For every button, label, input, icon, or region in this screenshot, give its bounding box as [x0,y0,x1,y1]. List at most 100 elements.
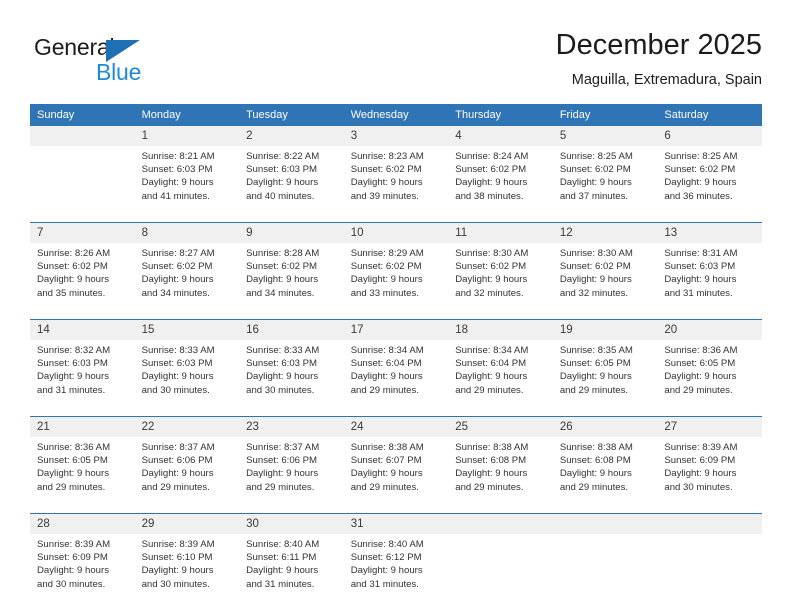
day-daylight1-text: Daylight: 9 hours [37,274,109,286]
day-cell-details[interactable]: Sunrise: 8:27 AM Sunset: 6:02 PM Daylight:… [134,243,240,320]
day-daylight2-text: and 29 minutes. [350,384,419,396]
day-cell-details[interactable]: Sunrise: 8:26 AM Sunset: 6:02 PM Daylight:… [30,243,135,320]
day-number[interactable]: 9 [239,222,344,243]
logo-text-general: General [34,34,115,60]
day-cell-details[interactable]: Sunrise: 8:25 AM Sunset: 6:02 PM Daylight:… [657,146,762,223]
day-cell-details[interactable]: Sunrise: 8:32 AM Sunset: 6:03 PM Daylight:… [30,340,135,417]
day-cell-details[interactable]: Sunrise: 8:30 AM Sunset: 6:02 PM Daylight:… [552,243,658,320]
general-blue-logo[interactable]: General Blue [34,34,214,96]
day-sunrise-text: Sunrise: 8:38 AM [350,442,424,453]
day-cell-details[interactable]: Sunrise: 8:39 AM Sunset: 6:09 PM Daylight:… [657,437,762,514]
day-cell-details[interactable]: Sunrise: 8:31 AM Sunset: 6:03 PM Daylight:… [657,243,762,320]
day-number[interactable]: 22 [134,416,240,437]
day-number[interactable]: 24 [343,416,449,437]
day-sunrise-text: Sunrise: 8:32 AM [37,345,111,356]
day-number[interactable]: 1 [134,126,240,146]
day-number[interactable]: 25 [448,416,553,437]
weekday-header-friday: Friday [552,104,658,126]
day-sunrise-text: Sunrise: 8:24 AM [455,151,529,162]
day-cell-details[interactable]: Sunrise: 8:24 AM Sunset: 6:02 PM Daylight:… [448,146,553,223]
day-cell-details[interactable]: Sunrise: 8:28 AM Sunset: 6:02 PM Daylight:… [239,243,344,320]
day-sunset-text: Sunset: 6:04 PM [455,358,527,370]
day-cell-details[interactable]: Sunrise: 8:33 AM Sunset: 6:03 PM Daylight:… [134,340,240,417]
day-sunrise-text: Sunrise: 8:40 AM [246,539,320,550]
day-number[interactable]: 5 [552,126,658,146]
day-daylight2-text: and 31 minutes. [350,578,419,590]
day-number[interactable]: 8 [134,222,240,243]
calendar-body: 1 2 3 4 5 6 Sunrise: 8:21 AM Sunset: 6:03 PM Day… [30,126,762,610]
day-number[interactable]: 12 [552,222,658,243]
day-cell-details[interactable]: Sunrise: 8:23 AM Sunset: 6:02 PM Daylight:… [343,146,449,223]
day-cell-details[interactable]: Sunrise: 8:34 AM Sunset: 6:04 PM Daylight:… [343,340,449,417]
day-cell-details[interactable]: Sunrise: 8:38 AM Sunset: 6:07 PM Daylight:… [343,437,449,514]
page-header: General Blue December 2025 Maguilla, Ext… [30,28,762,98]
day-cell-details[interactable]: Sunrise: 8:36 AM Sunset: 6:05 PM Daylight:… [30,437,135,514]
day-sunrise-text: Sunrise: 8:23 AM [350,151,424,162]
day-cell-details[interactable]: Sunrise: 8:22 AM Sunset: 6:03 PM Daylight:… [239,146,344,223]
weekday-header-row: Sunday Monday Tuesday Wednesday Thursday… [30,104,762,126]
day-daylight1-text: Daylight: 9 hours [141,274,214,286]
week-detail-row: Sunrise: 8:32 AM Sunset: 6:03 PM Daylight:… [30,340,762,417]
day-sunset-text: Sunset: 6:12 PM [350,552,422,564]
day-number[interactable]: 4 [448,126,553,146]
day-sunrise-text: Sunrise: 8:37 AM [141,442,215,453]
day-sunset-text: Sunset: 6:07 PM [350,455,422,467]
day-sunset-text: Sunset: 6:05 PM [664,358,736,370]
day-sunset-text: Sunset: 6:02 PM [559,261,631,273]
day-number[interactable]: 21 [30,416,135,437]
day-number[interactable]: 6 [657,126,762,146]
day-sunrise-text: Sunrise: 8:25 AM [559,151,633,162]
day-number[interactable]: 13 [657,222,762,243]
day-sunset-text: Sunset: 6:03 PM [246,358,318,370]
day-number[interactable]: 10 [343,222,449,243]
day-cell-details[interactable]: Sunrise: 8:29 AM Sunset: 6:02 PM Daylight:… [343,243,449,320]
day-number[interactable]: 31 [343,513,449,534]
day-daylight1-text: Daylight: 9 hours [455,371,528,383]
day-number[interactable]: 29 [134,513,240,534]
week-detail-row: Sunrise: 8:36 AM Sunset: 6:05 PM Daylight:… [30,437,762,514]
day-cell-details[interactable]: Sunrise: 8:39 AM Sunset: 6:09 PM Daylight:… [30,534,135,610]
day-cell-details[interactable]: Sunrise: 8:38 AM Sunset: 6:08 PM Daylight:… [448,437,553,514]
day-number[interactable]: 2 [239,126,344,146]
day-sunrise-text: Sunrise: 8:21 AM [141,151,215,162]
day-number[interactable]: 18 [448,319,553,340]
day-number[interactable]: 28 [30,513,135,534]
day-daylight1-text: Daylight: 9 hours [246,468,319,480]
day-cell-details[interactable]: Sunrise: 8:34 AM Sunset: 6:04 PM Daylight:… [448,340,553,417]
day-number[interactable]: 23 [239,416,344,437]
week-detail-row: Sunrise: 8:21 AM Sunset: 6:03 PM Daylight:… [30,146,762,223]
day-cell-details[interactable]: Sunrise: 8:33 AM Sunset: 6:03 PM Daylight:… [239,340,344,417]
day-number[interactable]: 15 [134,319,240,340]
day-number[interactable]: 14 [30,319,135,340]
weekday-header-saturday: Saturday [657,104,762,126]
day-sunrise-text: Sunrise: 8:38 AM [559,442,633,453]
day-number[interactable]: 19 [552,319,658,340]
day-cell-details[interactable]: Sunrise: 8:40 AM Sunset: 6:12 PM Daylight:… [343,534,449,610]
day-cell-details[interactable]: Sunrise: 8:37 AM Sunset: 6:06 PM Daylight:… [239,437,344,514]
day-number[interactable]: 11 [448,222,553,243]
day-daylight2-text: and 33 minutes. [350,287,419,299]
day-cell-details[interactable]: Sunrise: 8:21 AM Sunset: 6:03 PM Daylight:… [134,146,240,223]
weekday-header-wednesday: Wednesday [343,104,449,126]
day-sunset-text: Sunset: 6:08 PM [559,455,631,467]
day-number[interactable]: 3 [343,126,449,146]
day-cell-details[interactable]: Sunrise: 8:36 AM Sunset: 6:05 PM Daylight:… [657,340,762,417]
day-cell-details[interactable]: Sunrise: 8:39 AM Sunset: 6:10 PM Daylight:… [134,534,240,610]
day-daylight2-text: and 41 minutes. [141,190,210,202]
day-daylight2-text: and 29 minutes. [664,384,733,396]
day-cell-details[interactable]: Sunrise: 8:25 AM Sunset: 6:02 PM Daylight:… [552,146,658,223]
day-cell-details[interactable]: Sunrise: 8:38 AM Sunset: 6:08 PM Daylight:… [552,437,658,514]
day-cell-details[interactable]: Sunrise: 8:37 AM Sunset: 6:06 PM Daylight:… [134,437,240,514]
day-cell-details[interactable]: Sunrise: 8:40 AM Sunset: 6:11 PM Daylight:… [239,534,344,610]
day-number[interactable]: 20 [657,319,762,340]
day-number[interactable]: 30 [239,513,344,534]
day-number[interactable]: 16 [239,319,344,340]
day-sunrise-text: Sunrise: 8:36 AM [37,442,111,453]
day-number[interactable]: 26 [552,416,658,437]
day-number[interactable]: 7 [30,222,135,243]
logo-text-blue: Blue [96,59,142,85]
day-cell-details[interactable]: Sunrise: 8:30 AM Sunset: 6:02 PM Daylight:… [448,243,553,320]
day-cell-details[interactable]: Sunrise: 8:35 AM Sunset: 6:05 PM Daylight:… [552,340,658,417]
day-number[interactable]: 27 [657,416,762,437]
day-number[interactable]: 17 [343,319,449,340]
